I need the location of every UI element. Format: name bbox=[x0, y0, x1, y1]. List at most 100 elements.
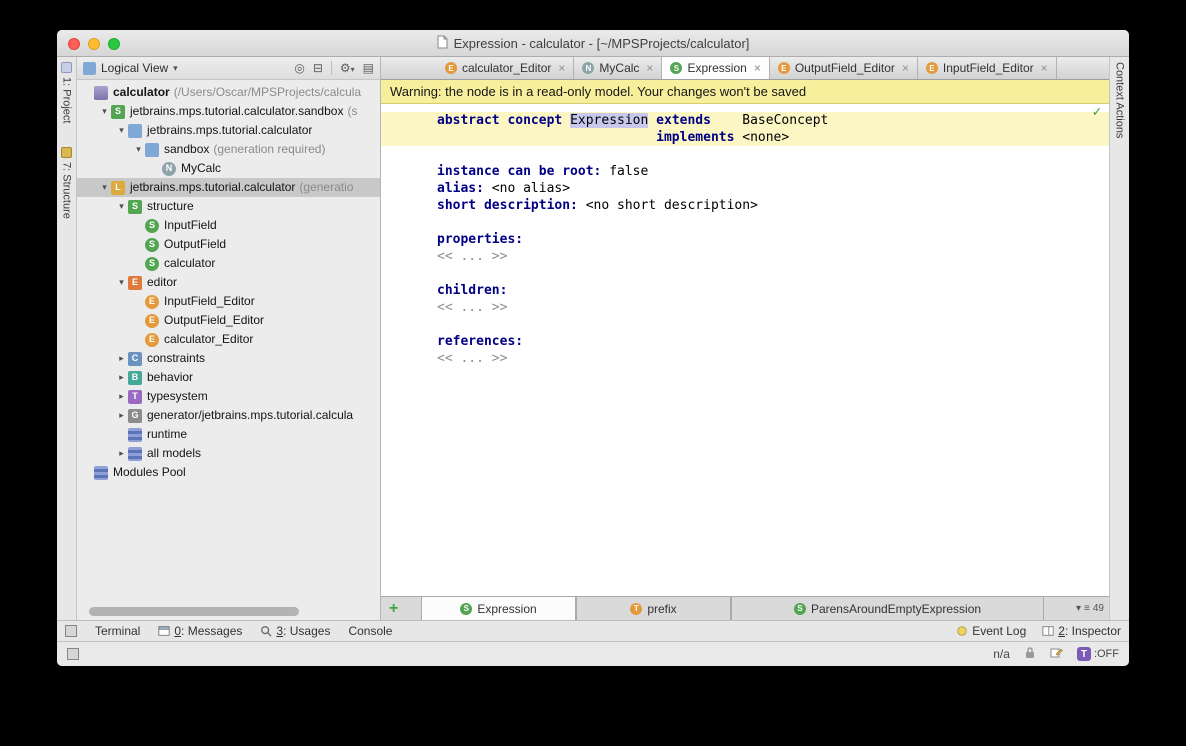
tree-row[interactable]: ▾ jetbrains.mps.tutorial.calculator bbox=[77, 121, 380, 140]
toolwindow-button-project[interactable]: 1: Project bbox=[57, 57, 76, 123]
chevron-down-icon[interactable]: ▾ bbox=[1076, 603, 1081, 614]
tree-row[interactable]: ▾ Ljetbrains.mps.tutorial.calculator (gen… bbox=[77, 178, 380, 197]
code-line[interactable]: short description: <no short description… bbox=[381, 197, 1109, 214]
zoom-window-button[interactable] bbox=[108, 38, 120, 50]
settings-gear-icon[interactable]: ⚙▾ bbox=[340, 61, 355, 75]
editor-tab[interactable]: N MyCalc × bbox=[574, 57, 663, 79]
tree-expanded-icon[interactable]: ▾ bbox=[98, 178, 111, 197]
code-line[interactable]: << ... >> bbox=[381, 350, 1109, 367]
close-icon[interactable]: × bbox=[558, 61, 565, 75]
code-line[interactable]: alias: <no alias> bbox=[381, 180, 1109, 197]
generator-icon: G bbox=[128, 408, 142, 423]
tree-row[interactable]: Scalculator bbox=[77, 254, 380, 273]
code-line[interactable]: references: bbox=[381, 333, 1109, 350]
tab-list-icon[interactable]: ≡ bbox=[1084, 603, 1090, 614]
right-toolwindow-stripe: Context Actions bbox=[1109, 57, 1129, 620]
locate-icon[interactable]: ◎ bbox=[294, 61, 304, 75]
toolwindow-switcher-icon[interactable] bbox=[65, 625, 77, 637]
tree-row[interactable]: ▸ Ggenerator/jetbrains.mps.tutorial.calcu… bbox=[77, 406, 380, 425]
tree-row[interactable]: ▸ Cconstraints bbox=[77, 349, 380, 368]
tree-row[interactable]: Modules Pool bbox=[77, 463, 380, 482]
toolwindow-button-console[interactable]: Console bbox=[348, 624, 392, 638]
toolwindow-button-2inspector[interactable]: 2: Inspector bbox=[1042, 624, 1121, 638]
view-selector[interactable]: Logical View bbox=[101, 61, 168, 75]
behavior-icon: B bbox=[128, 370, 142, 385]
code-line[interactable] bbox=[381, 265, 1109, 282]
document-icon bbox=[437, 35, 448, 52]
code-segment: children: bbox=[437, 283, 508, 298]
close-icon[interactable]: × bbox=[754, 61, 761, 75]
tree-expanded-icon[interactable]: ▾ bbox=[115, 197, 128, 216]
more-tabs-control[interactable]: ▾ ≡ 49 bbox=[1076, 597, 1109, 620]
tree-collapsed-icon[interactable]: ▸ bbox=[115, 387, 128, 406]
code-line[interactable]: children: bbox=[381, 282, 1109, 299]
close-icon[interactable]: × bbox=[902, 61, 909, 75]
code-line[interactable]: abstract concept Expression extends Base… bbox=[381, 112, 1109, 129]
tree-collapsed-icon[interactable]: ▸ bbox=[115, 349, 128, 368]
code-line[interactable] bbox=[381, 214, 1109, 231]
tree-expanded-icon[interactable]: ▾ bbox=[115, 273, 128, 292]
toolwindow-button-terminal[interactable]: Terminal bbox=[95, 624, 140, 638]
tree-collapsed-icon[interactable]: ▸ bbox=[115, 444, 128, 463]
toolwindow-button-context-actions[interactable]: Context Actions bbox=[1110, 57, 1129, 138]
minimize-window-button[interactable] bbox=[88, 38, 100, 50]
tree-row[interactable]: ▾ Eeditor bbox=[77, 273, 380, 292]
editor-tab[interactable]: Ecalculator_Editor × bbox=[437, 57, 575, 79]
close-icon[interactable]: × bbox=[1041, 61, 1048, 75]
tree-row[interactable]: ▸ Bbehavior bbox=[77, 368, 380, 387]
node-tab[interactable]: Tprefix bbox=[576, 597, 731, 620]
toolwindow-button-structure[interactable]: 7: Structure bbox=[57, 147, 76, 219]
tree-row[interactable]: E InputField_Editor bbox=[77, 292, 380, 311]
tree-row[interactable]: calculator (/Users/Oscar/MPSProjects/cal… bbox=[77, 83, 380, 102]
inspector-icon bbox=[1042, 625, 1054, 638]
tree-row[interactable]: Ecalculator_Editor bbox=[77, 330, 380, 349]
tree-expanded-icon[interactable]: ▾ bbox=[98, 102, 111, 121]
add-node-tab-icon[interactable]: + bbox=[387, 597, 421, 620]
write-access-icon[interactable] bbox=[1050, 646, 1063, 662]
concept-editor[interactable]: ✓ abstract concept Expression extends Ba… bbox=[381, 104, 1109, 596]
code-line[interactable]: instance can be root: false bbox=[381, 163, 1109, 180]
editor-tab[interactable]: E InputField_Editor × bbox=[918, 57, 1057, 79]
toolwindow-button-3usages[interactable]: 3: Usages bbox=[260, 624, 330, 638]
toolwindow-button-eventlog[interactable]: Event Log bbox=[956, 624, 1026, 638]
statusbar-toggle-icon[interactable] bbox=[67, 648, 79, 660]
tab-label: calculator_Editor bbox=[462, 61, 552, 75]
tree-collapsed-icon[interactable]: ▸ bbox=[115, 368, 128, 387]
tree-expanded-icon[interactable]: ▾ bbox=[115, 121, 128, 140]
horizontal-scrollbar[interactable] bbox=[89, 607, 299, 616]
tree-row[interactable]: ▸ Ttypesystem bbox=[77, 387, 380, 406]
close-window-button[interactable] bbox=[68, 38, 80, 50]
tree-row[interactable]: ▾ Sstructure bbox=[77, 197, 380, 216]
tree-label: sandbox bbox=[164, 142, 210, 156]
tab-label: InputField_Editor bbox=[942, 61, 1034, 75]
code-line[interactable]: implements <none> bbox=[381, 129, 1109, 146]
tree-row[interactable]: runtime bbox=[77, 425, 380, 444]
code-line[interactable]: properties: bbox=[381, 231, 1109, 248]
typing-mode-toggle[interactable]: T :OFF bbox=[1076, 647, 1119, 661]
tree-row[interactable]: S OutputField bbox=[77, 235, 380, 254]
node-tab[interactable]: S Expression bbox=[421, 597, 576, 620]
lock-icon[interactable] bbox=[1024, 646, 1036, 662]
node-tab[interactable]: S ParensAroundEmptyExpression bbox=[731, 597, 1044, 620]
tree-row[interactable]: S InputField bbox=[77, 216, 380, 235]
code-line[interactable] bbox=[381, 146, 1109, 163]
tree-expanded-icon[interactable]: ▾ bbox=[132, 140, 145, 159]
toolwindow-button-0messages[interactable]: 0: Messages bbox=[158, 624, 242, 638]
editor-lines: abstract concept Expression extends Base… bbox=[381, 112, 1109, 367]
code-line[interactable]: << ... >> bbox=[381, 299, 1109, 316]
tree-row[interactable]: N MyCalc bbox=[77, 159, 380, 178]
tree-row[interactable]: ▾ sandbox (generation required) bbox=[77, 140, 380, 159]
close-icon[interactable]: × bbox=[646, 61, 653, 75]
toolwindow-button-label: 0: Messages bbox=[174, 624, 243, 638]
tree-row[interactable]: ▾ Sjetbrains.mps.tutorial.calculator.sand… bbox=[77, 102, 380, 121]
tree-row[interactable]: ▸ all models bbox=[77, 444, 380, 463]
tree-collapsed-icon[interactable]: ▸ bbox=[115, 406, 128, 425]
editor-tab[interactable]: S Expression × bbox=[662, 57, 770, 79]
chevron-down-icon[interactable]: ▾ bbox=[173, 63, 178, 74]
code-line[interactable]: << ... >> bbox=[381, 248, 1109, 265]
collapse-all-icon[interactable]: ⊟ bbox=[313, 61, 323, 75]
hide-panel-icon[interactable]: ▤ bbox=[363, 61, 374, 75]
editor-tab[interactable]: E OutputField_Editor × bbox=[770, 57, 918, 79]
tree-row[interactable]: E OutputField_Editor bbox=[77, 311, 380, 330]
code-line[interactable] bbox=[381, 316, 1109, 333]
